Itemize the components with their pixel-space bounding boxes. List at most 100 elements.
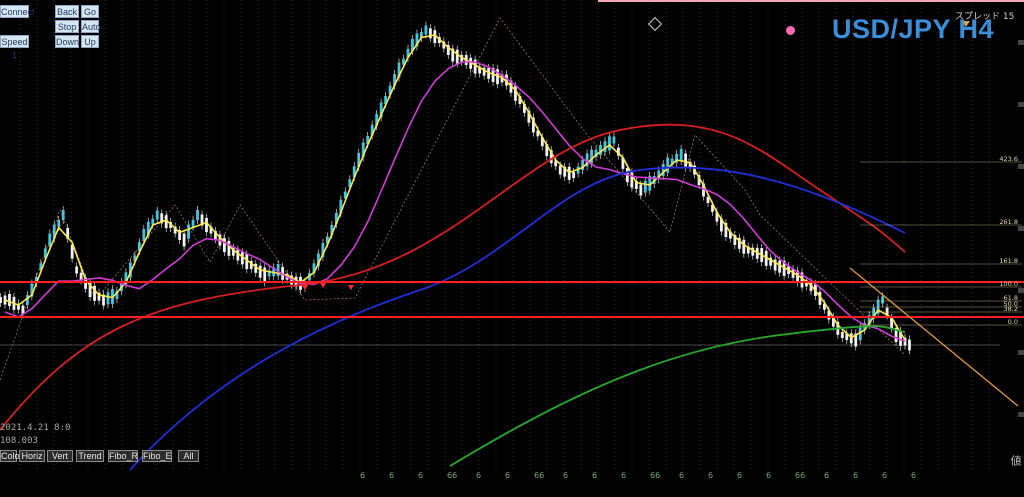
candle-body — [191, 219, 195, 227]
candle-body — [48, 233, 52, 247]
candle-body — [57, 219, 61, 227]
x-tick-label: 6 — [418, 471, 423, 480]
red-arrow-marker — [320, 283, 326, 288]
trend-button[interactable]: Trend — [76, 450, 104, 462]
price-chart: 423.6261.8161.8100.061.850.038.20.06 6 6 66… — [0, 0, 1024, 480]
fibo-level-label: 423.6 — [999, 155, 1018, 163]
x-tick-label: 6 — [766, 471, 771, 480]
auto-button[interactable]: Auto — [81, 20, 101, 33]
candle-body — [881, 296, 885, 304]
candle-body — [0, 297, 2, 303]
fibo-level-label: 100.0 — [999, 280, 1018, 288]
speed-button[interactable]: Speed 1 — [0, 35, 29, 60]
x-tick-label: 6 — [853, 471, 858, 480]
fibo-e-button[interactable]: Fibo_E — [142, 450, 172, 462]
candle-body — [908, 339, 911, 351]
fibo-level-label: 261.8 — [999, 218, 1018, 226]
x-tick-label: 6 — [824, 471, 829, 480]
x-tick-label: 6 — [592, 471, 597, 480]
zigzag-line — [0, 17, 906, 381]
chart-stage: 423.6 261.8 161.8 100.0 61.8 50.0 38.2 0.0 6 6 6 66… — [0, 0, 1024, 492]
up-button[interactable]: Up — [81, 35, 99, 48]
x-tick-label: 6 — [476, 471, 481, 480]
right-axis-tick — [1018, 164, 1024, 169]
chart-title: USD/JPY H4 — [832, 14, 995, 44]
stop-button[interactable]: Stop — [55, 20, 79, 33]
candle-body — [742, 239, 746, 254]
spread-value: 15 — [1002, 12, 1015, 22]
ma-long-line — [129, 166, 906, 471]
candle-body — [679, 149, 683, 161]
top-info-strip — [0, 0, 160, 4]
candle-body — [182, 233, 186, 247]
candle-body — [840, 332, 844, 338]
candle-body — [608, 136, 611, 151]
candle-body — [263, 267, 267, 283]
color-button[interactable]: Color — [0, 450, 23, 462]
candle-body — [590, 149, 593, 164]
x-tick-label: 66 — [447, 471, 457, 480]
candle-body — [75, 266, 79, 274]
vert-button[interactable]: Vert — [47, 450, 73, 462]
ma-fast-line — [4, 34, 906, 341]
candle-body — [227, 240, 231, 256]
down-button[interactable]: Down — [55, 35, 79, 48]
info-price: 108.003 — [0, 436, 38, 446]
right-axis-tick — [1018, 226, 1024, 231]
candle-body — [142, 229, 146, 241]
x-tick-label: 6 — [679, 471, 684, 480]
candle-body — [196, 210, 199, 220]
right-axis-tick — [1018, 350, 1024, 355]
red-arrow-marker — [348, 285, 354, 290]
x-tick-label: 6 — [389, 471, 394, 480]
candle-body — [572, 172, 576, 178]
candle-body — [643, 180, 647, 193]
candle-body — [106, 292, 110, 305]
x-tick-label: 66 — [795, 471, 805, 480]
fibo-level-label: 0.0 — [1008, 318, 1018, 326]
ma-very-long-line — [449, 325, 906, 467]
fibo-level-label: 38.2 — [1004, 305, 1018, 313]
fibo-r-button[interactable]: Fibo_R — [108, 450, 138, 462]
candle-body — [8, 294, 11, 306]
x-tick-label: 6 — [737, 471, 742, 480]
all-button[interactable]: All — [178, 450, 199, 462]
x-tick-label: 6 — [911, 471, 916, 480]
right-axis-tick — [1018, 412, 1024, 417]
info-datetime: 2021.4.21 8:0 — [0, 423, 71, 433]
red-arrow-marker — [302, 285, 308, 290]
candle-body — [639, 184, 643, 196]
pink-dot-marker-icon — [786, 26, 795, 35]
go-button[interactable]: Go — [81, 5, 99, 18]
x-tick-label: 6 — [882, 471, 887, 480]
candle-body — [205, 218, 208, 232]
right-axis-tick — [1018, 40, 1024, 45]
x-tick-label: 6 — [621, 471, 626, 480]
orange-trend-line — [849, 267, 1019, 407]
x-tick-label: 6 — [360, 471, 365, 480]
x-tick-label: 6 — [563, 471, 568, 480]
candle-body — [455, 49, 459, 64]
candle-body — [612, 136, 616, 144]
x-tick-label: 66 — [534, 471, 544, 480]
sidebar-tag: 値 — [1009, 455, 1022, 466]
candle-body — [155, 210, 159, 220]
fibo-level-label: 161.8 — [999, 257, 1018, 265]
candle-body — [684, 153, 687, 167]
candle-body — [61, 210, 65, 220]
candle-body — [258, 265, 262, 278]
candle-body — [187, 224, 190, 239]
candle-body — [778, 260, 782, 273]
ma-mid-line — [4, 61, 906, 342]
x-tick-label: 6 — [505, 471, 510, 480]
connect-button[interactable]: Connect — [0, 5, 35, 18]
right-axis-tick — [1018, 102, 1024, 107]
x-tick-label: 6 — [708, 471, 713, 480]
horiz-button[interactable]: Horiz — [19, 450, 45, 462]
right-axis-tick — [1018, 288, 1024, 293]
candle-body — [424, 25, 428, 35]
top-accent-bar — [598, 0, 1024, 2]
candle-body — [558, 165, 562, 175]
back-button[interactable]: Back — [55, 5, 79, 18]
candle-body — [151, 218, 155, 225]
